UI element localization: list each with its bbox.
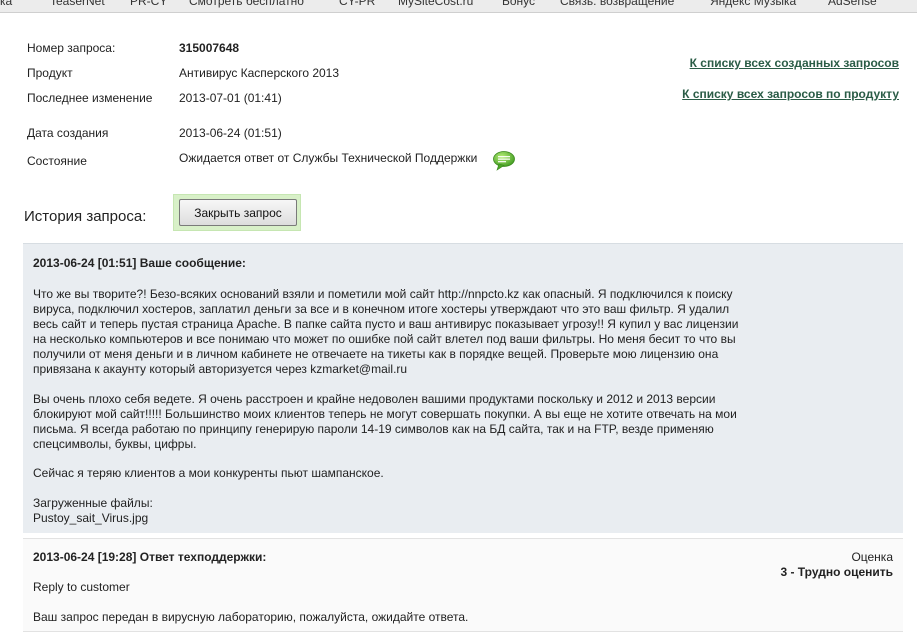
product-label: Продукт [27,66,73,80]
bookmark-item[interactable]: AdSense [828,0,877,8]
message-paragraph: Сейчас я теряю клиентов а мои конкуренты… [33,466,384,480]
bookmark-item[interactable]: ка [0,0,12,8]
bookmark-item[interactable]: Яндекс Музыка [710,0,796,8]
reply-text: Ваш запрос передан в вирусную лаборатори… [33,610,469,624]
support-reply: 2013-06-24 [19:28] Ответ техподдержки: О… [23,538,903,632]
attached-files-label: Загруженные файлы: [33,496,153,510]
message-paragraph: Вы очень плохо себя ведете. Я очень расс… [33,392,737,451]
bookmarks-bar: ка TeaserNet PR-CY Смотреть бесплатно CY… [0,0,917,13]
rating-label: Оценка [851,550,893,564]
bookmark-item[interactable]: TeaserNet [50,0,105,8]
request-number-label: Номер запроса: [27,41,116,55]
close-request-button[interactable]: Закрыть запрос [179,199,297,226]
attached-file[interactable]: Pustoy_sait_Virus.jpg [33,511,743,526]
product-value: Антивирус Касперского 2013 [179,66,340,80]
bookmark-item[interactable]: Бонус [502,0,535,8]
reply-line: Reply to customer [33,580,130,594]
last-change-value: 2013-07-01 (01:41) [179,91,282,105]
close-request-highlight: Закрыть запрос [173,194,301,231]
message-paragraph: Что же вы творите?! Безо-всяких основани… [33,287,739,376]
bookmark-item[interactable]: Связь: возвращение [560,0,674,8]
created-value: 2013-06-24 (01:51) [179,126,282,140]
bookmark-item[interactable]: MySiteCost.ru [398,0,473,8]
rating-value[interactable]: 3 - Трудно оценить [780,565,893,579]
history-title: История запроса: [24,208,147,225]
bookmark-item[interactable]: Смотреть бесплатно [189,0,304,8]
message-header: 2013-06-24 [19:28] Ответ техподдержки: [33,550,267,564]
bookmark-item[interactable]: PR-CY [130,0,167,8]
status-value: Ожидается ответ от Службы Технической По… [179,151,478,165]
created-label: Дата создания [27,126,109,140]
chat-bubble-icon [493,151,515,171]
link-all-created-requests[interactable]: К списку всех созданных запросов [690,56,899,70]
customer-message: 2013-06-24 [01:51] Ваше сообщение: Что ж… [23,243,903,533]
message-header: 2013-06-24 [01:51] Ваше сообщение: [33,256,246,270]
link-all-product-requests[interactable]: К списку всех запросов по продукту [682,87,899,101]
request-number: 315007648 [179,41,240,55]
status-label: Состояние [27,154,87,168]
bookmark-item[interactable]: CY-PR [339,0,375,8]
last-change-label: Последнее изменение [27,91,153,105]
